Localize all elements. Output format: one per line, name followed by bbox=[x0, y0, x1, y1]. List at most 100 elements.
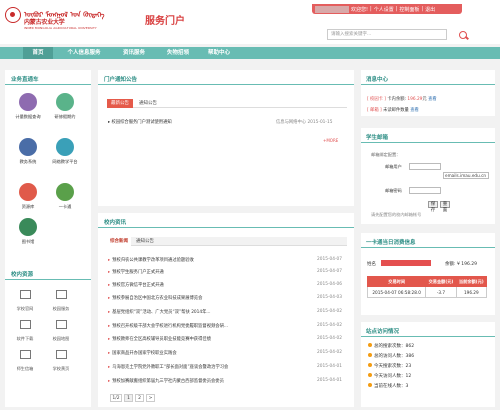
news-row[interactable]: 基层党组织“双”活动、广大党员“双”帮扶 2014年...2015-04-02 bbox=[108, 309, 348, 317]
nav-item-help[interactable]: 帮助中心 bbox=[201, 47, 237, 59]
stat-icon bbox=[368, 343, 372, 347]
username-redacted bbox=[315, 5, 349, 13]
camera-icon[interactable] bbox=[19, 183, 37, 201]
teaching-icon[interactable] bbox=[19, 138, 37, 156]
stat-icon bbox=[368, 353, 372, 357]
header: ᠥᠪᠦᠷ ᠮᠣᠩᠭᠣᠯ ᠤᠨ ᠬᠥᠳᠡᠭᠡ 内蒙古农业大学 INNER MONG… bbox=[0, 0, 500, 44]
business-label[interactable]: 资源库 bbox=[13, 204, 43, 209]
card-icon[interactable] bbox=[56, 183, 74, 201]
mail-title: 学生邮箱 bbox=[366, 135, 389, 141]
left-sidebar: 业务直通车 计量数据查询 研修假期约 教务系统 网络教学平台 资源库 一卡通 图… bbox=[5, 70, 91, 407]
notice-title: 门户通知公告 bbox=[104, 77, 138, 83]
mail-pass-label: 邮箱密码 bbox=[385, 188, 402, 193]
card-balance-row: [ 校园卡 ] 卡内余额: 196.29元 查看 bbox=[367, 97, 437, 102]
mail-password-input[interactable] bbox=[409, 187, 441, 194]
view-mail-link[interactable]: 查看 bbox=[410, 108, 419, 113]
nav-item-home[interactable]: 首页 bbox=[23, 47, 53, 59]
save-button[interactable]: 保存 bbox=[428, 201, 438, 213]
resource-label[interactable]: 师生信箱 bbox=[10, 366, 40, 372]
news-row[interactable]: 预校归农公共课教学改革项目通过验题验收2015-04-07 bbox=[108, 257, 348, 265]
news-row[interactable]: 乌海恩克土学院党外教职工“部长面对面”座谈会暨政治学习会2015-04-01 bbox=[108, 364, 348, 372]
notice-more-link[interactable]: +MORE bbox=[323, 138, 338, 143]
table-cell: -3.7 bbox=[425, 286, 457, 298]
business-label[interactable]: 教务系统 bbox=[13, 159, 43, 164]
business-label[interactable]: 一卡通 bbox=[50, 204, 80, 209]
view-balance-link[interactable]: 查看 bbox=[428, 97, 437, 102]
mail-hint: 请先配置您的校内邮箱帐号 bbox=[371, 212, 422, 217]
tab-notice[interactable]: 通知公告 bbox=[135, 99, 161, 108]
resource-label[interactable]: 软件下载 bbox=[10, 336, 40, 342]
logo-english-text: INNER MONGOLIA AGRICULTURAL UNIVERSITY bbox=[24, 26, 97, 30]
business-label[interactable]: 计量数据查询 bbox=[13, 114, 43, 119]
stat-row: 总的访问人数：386 bbox=[368, 353, 414, 359]
library-icon[interactable] bbox=[19, 218, 37, 236]
search-icon[interactable] bbox=[459, 31, 467, 39]
card-balance: 余额: ¥ 196.29 bbox=[445, 262, 477, 267]
business-label[interactable]: 图书馆 bbox=[13, 239, 43, 244]
control-panel-link[interactable]: 控制面板 bbox=[399, 6, 419, 13]
nav-item-news[interactable]: 资讯服务 bbox=[114, 47, 154, 59]
resource-label[interactable]: 校园服务 bbox=[46, 306, 76, 312]
news-row[interactable]: 预校加赛献搬组织第届九三学社内蒙古西部监督委员会委员2015-04-01 bbox=[108, 378, 348, 386]
mail-icon[interactable] bbox=[20, 350, 31, 359]
news-row[interactable]: 预校参展自治区中国北方农业科技成果展博览会2015-04-03 bbox=[108, 295, 348, 303]
nav-item-personal-info[interactable]: 个人信息服务 bbox=[58, 47, 110, 59]
resource-label[interactable]: 校园地图 bbox=[46, 336, 76, 342]
news-row[interactable]: 预校学生服务门户正式开通2015-04-07 bbox=[108, 269, 348, 277]
welcome-text: 欢迎您! bbox=[351, 6, 369, 13]
resource-label[interactable]: 学校黄页 bbox=[46, 366, 76, 372]
next-page-button[interactable]: > bbox=[146, 394, 155, 402]
news-row[interactable]: 预校教师在全区高校辅导员职业技能竞赛中获得佳绩2015-04-02 bbox=[108, 336, 348, 344]
download-icon[interactable] bbox=[20, 320, 31, 329]
business-label[interactable]: 网络教学平台 bbox=[50, 159, 80, 164]
logo-chinese-text: 内蒙古农业大学 bbox=[24, 19, 65, 26]
tab-latest-notice[interactable]: 最新公告 bbox=[107, 99, 133, 108]
stat-row: 今天搜索次数：23 bbox=[368, 363, 411, 369]
page-button[interactable]: 2 bbox=[135, 394, 144, 402]
notice-panel: 门户通知公告 最新公告 通知公告 ▸ 校园综合服务门户测试使用通知 信息与网络中… bbox=[98, 70, 354, 206]
table-header: 交易金额(元) bbox=[425, 276, 457, 287]
tab-news[interactable]: 综合新闻 bbox=[107, 237, 131, 246]
table-row: 2015-04-07 06:58:28.0 -3.7 196.29 bbox=[366, 286, 488, 298]
stat-row: 今天访问人数：12 bbox=[368, 373, 411, 379]
page-button[interactable]: 1 bbox=[124, 394, 133, 402]
network-icon[interactable] bbox=[56, 138, 74, 156]
card-title: 一卡通当日消费信息 bbox=[366, 240, 416, 246]
portal-icon[interactable] bbox=[56, 290, 67, 299]
nav-item-lost-found[interactable]: 失物招领 bbox=[158, 47, 198, 59]
mail-user-input[interactable] bbox=[409, 163, 441, 170]
resources-title: 校内资源 bbox=[11, 272, 34, 278]
stat-icon bbox=[368, 373, 372, 377]
business-label[interactable]: 研修假期约 bbox=[50, 114, 80, 119]
user-topbar: 欢迎您! | 个人设置 | 控制面板 | 退出 bbox=[312, 4, 462, 14]
stat-row: 当前在线人数：3 bbox=[368, 383, 408, 389]
mail-domain-select[interactable]: emails.imau.edu.cn bbox=[443, 172, 489, 179]
reset-button[interactable]: 重置 bbox=[440, 201, 450, 213]
site-stats-title: 站点访问情况 bbox=[366, 329, 400, 335]
notice-source: 信息与网络中心 2015-01-15 bbox=[276, 120, 333, 125]
mail-user-label: 邮箱用户 bbox=[385, 164, 402, 169]
personal-settings-link[interactable]: 个人设置 bbox=[374, 6, 394, 13]
logout-link[interactable]: 退出 bbox=[425, 6, 435, 13]
news-row[interactable]: 国家商品开办国家学校职业实践会2015-04-02 bbox=[108, 350, 348, 358]
news-row[interactable]: 预校官方微信平台正式开通2015-04-06 bbox=[108, 282, 348, 290]
main-nav: 首页 个人信息服务 资讯服务 失物招领 帮助中心 bbox=[0, 47, 500, 59]
home-icon[interactable] bbox=[20, 290, 31, 299]
table-cell: 196.29 bbox=[455, 286, 488, 298]
tab-news-notice[interactable]: 通知公告 bbox=[133, 237, 157, 246]
map-icon[interactable] bbox=[56, 320, 67, 329]
search-input[interactable]: 请输入搜索关键字... bbox=[327, 29, 447, 40]
table-header: 交易时间 bbox=[366, 276, 427, 287]
data-query-icon[interactable] bbox=[19, 93, 37, 111]
news-row[interactable]: 预校召开校级干部大会学校进行机构党委履职监督视频会研...2015-04-02 bbox=[108, 323, 348, 331]
name-redacted bbox=[381, 260, 431, 266]
leave-icon[interactable] bbox=[56, 93, 74, 111]
card-panel: 一卡通当日消费信息 姓名 余额: ¥ 196.29 bbox=[361, 233, 495, 315]
message-center-title: 消息中心 bbox=[366, 77, 389, 83]
phonebook-icon[interactable] bbox=[56, 350, 67, 359]
stat-icon bbox=[368, 363, 372, 367]
notice-item[interactable]: ▸ 校园综合服务门户测试使用通知 bbox=[108, 119, 172, 125]
stat-icon bbox=[368, 383, 372, 387]
resource-label[interactable]: 学校官网 bbox=[10, 306, 40, 312]
university-logo-icon bbox=[5, 7, 21, 23]
